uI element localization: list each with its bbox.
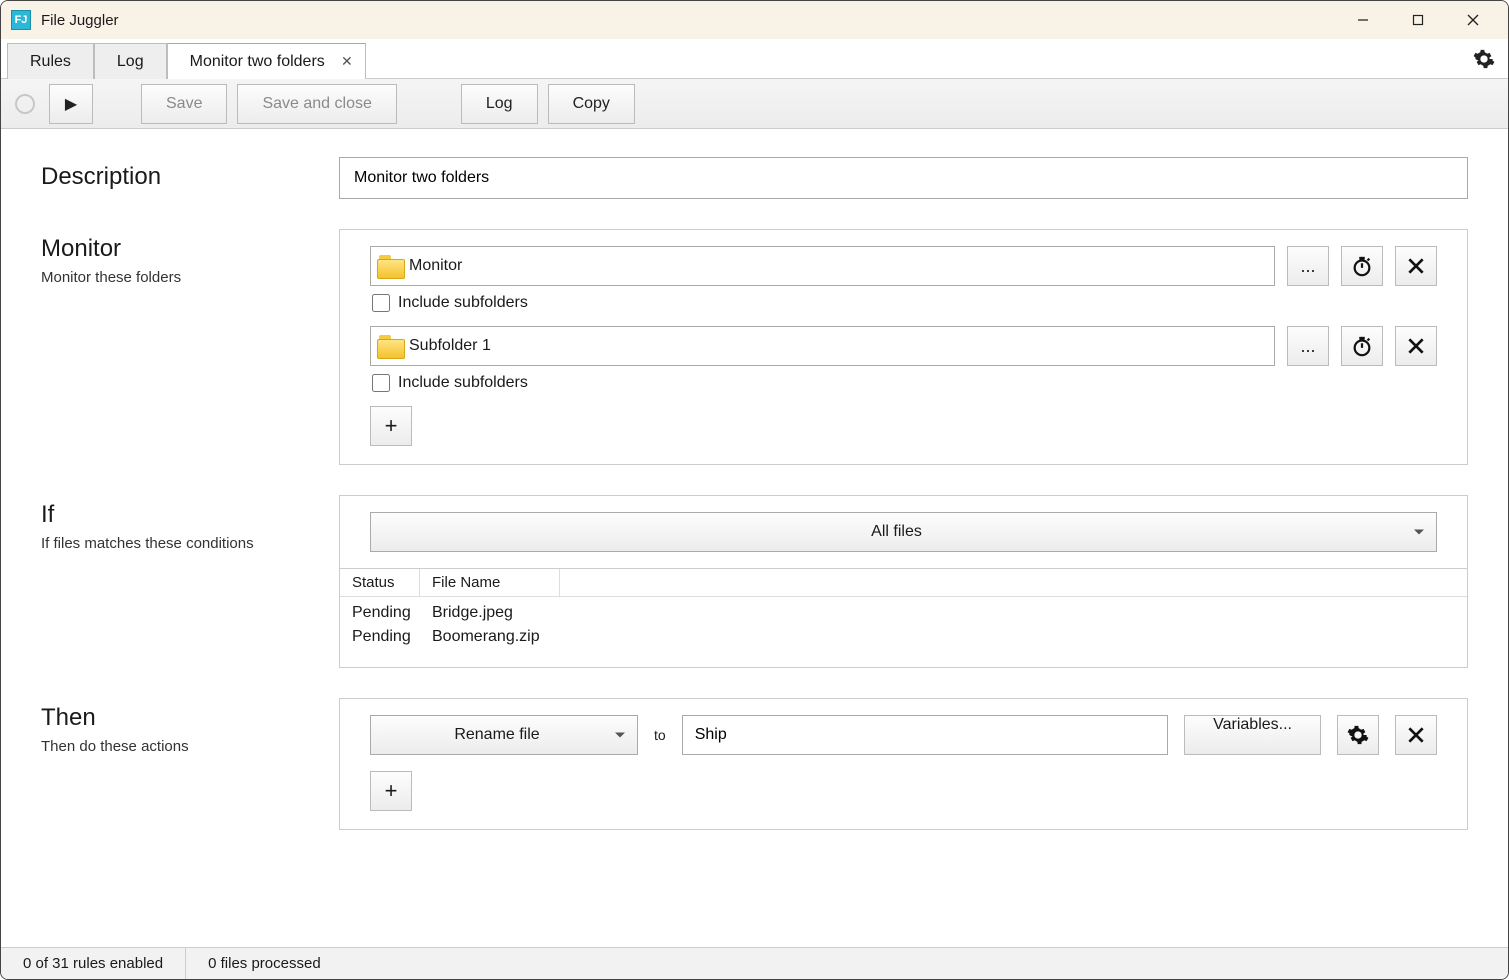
condition-select[interactable]: All files	[370, 512, 1437, 552]
add-action-button[interactable]: +	[370, 771, 412, 811]
table-row[interactable]: Pending Bridge.jpeg	[340, 601, 1467, 625]
browse-button[interactable]: ...	[1287, 326, 1329, 366]
maximize-button[interactable]	[1390, 1, 1445, 39]
include-subfolders-checkbox[interactable]: Include subfolders	[372, 374, 1437, 392]
copy-button[interactable]: Copy	[548, 84, 635, 124]
description-label: Description	[41, 163, 339, 191]
schedule-button[interactable]	[1341, 326, 1383, 366]
then-panel: Rename file to Variables... +	[339, 698, 1468, 830]
status-rules: 0 of 31 rules enabled	[1, 948, 186, 979]
remove-folder-button[interactable]	[1395, 246, 1437, 286]
status-processed: 0 files processed	[186, 948, 343, 979]
toolbar: ▶ Save Save and close Log Copy	[1, 79, 1508, 129]
table-row[interactable]: Pending Boomerang.zip	[340, 625, 1467, 649]
save-button[interactable]: Save	[141, 84, 227, 124]
to-label: to	[654, 727, 666, 743]
folder-path-input[interactable]: Subfolder 1	[370, 326, 1275, 366]
close-tab-icon[interactable]: ✕	[341, 53, 353, 70]
app-icon: FJ	[11, 10, 31, 30]
monitor-panel: Monitor ... Include subfolders	[339, 229, 1468, 465]
monitor-sublabel: Monitor these folders	[41, 269, 339, 286]
browse-button[interactable]: ...	[1287, 246, 1329, 286]
file-table: Status File Name Pending Bridge.jpeg Pen…	[339, 568, 1468, 668]
action-select[interactable]: Rename file	[370, 715, 638, 755]
run-button[interactable]: ▶	[49, 84, 93, 124]
action-value-input[interactable]	[682, 715, 1168, 755]
folder-path-text: Monitor	[409, 257, 462, 275]
status-indicator-icon	[15, 94, 35, 114]
schedule-button[interactable]	[1341, 246, 1383, 286]
titlebar: FJ File Juggler	[1, 1, 1508, 39]
remove-folder-button[interactable]	[1395, 326, 1437, 366]
if-label: If	[41, 501, 339, 529]
if-panel: All files	[339, 495, 1468, 569]
folder-path-text: Subfolder 1	[409, 337, 491, 355]
add-folder-button[interactable]: +	[370, 406, 412, 446]
settings-button[interactable]	[1460, 39, 1508, 78]
close-window-button[interactable]	[1445, 1, 1500, 39]
status-bar: 0 of 31 rules enabled 0 files processed	[1, 947, 1508, 979]
folder-icon	[377, 335, 405, 357]
tab-rules[interactable]: Rules	[7, 43, 94, 79]
action-settings-button[interactable]	[1337, 715, 1379, 755]
app-title: File Juggler	[41, 12, 119, 29]
remove-action-button[interactable]	[1395, 715, 1437, 755]
save-and-close-button[interactable]: Save and close	[237, 84, 396, 124]
content-area: Description Monitor Monitor these folder…	[1, 129, 1508, 947]
folder-path-input[interactable]: Monitor	[370, 246, 1275, 286]
log-button[interactable]: Log	[461, 84, 538, 124]
tab-bar: Rules Log Monitor two folders ✕	[1, 39, 1508, 79]
include-subfolders-checkbox[interactable]: Include subfolders	[372, 294, 1437, 312]
column-header-status[interactable]: Status	[340, 569, 420, 596]
if-sublabel: If files matches these conditions	[41, 535, 339, 552]
description-input[interactable]	[339, 157, 1468, 199]
minimize-button[interactable]	[1335, 1, 1390, 39]
folder-icon	[377, 255, 405, 277]
then-label: Then	[41, 704, 339, 732]
column-header-filename[interactable]: File Name	[420, 569, 560, 596]
variables-button[interactable]: Variables...	[1184, 715, 1321, 755]
tab-monitor-two-folders[interactable]: Monitor two folders ✕	[167, 43, 366, 79]
monitor-label: Monitor	[41, 235, 339, 263]
then-sublabel: Then do these actions	[41, 738, 339, 755]
tab-log[interactable]: Log	[94, 43, 167, 79]
